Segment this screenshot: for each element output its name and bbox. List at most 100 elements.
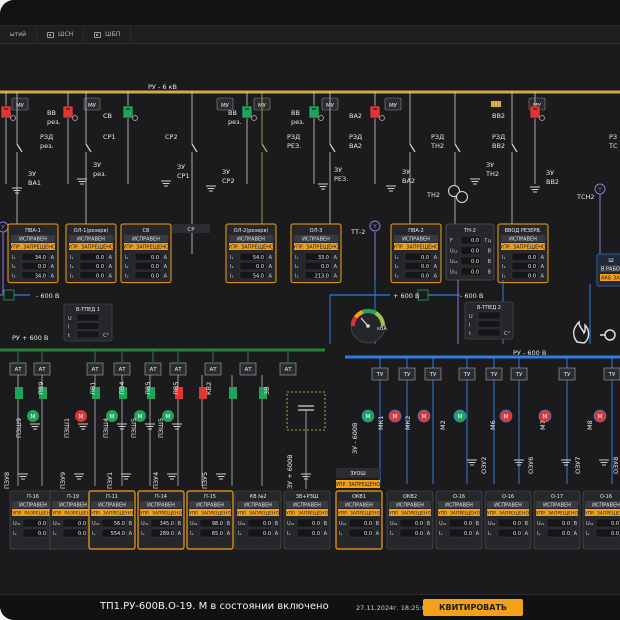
measure-value: 0.0 [151, 255, 159, 261]
measure-name: U₀₁ [13, 521, 21, 527]
measure-value: 0.0 [364, 531, 372, 537]
measure-name: I₂ [230, 264, 233, 270]
measure-name: U₀₁ [488, 521, 496, 527]
measure-value: 0.0 [96, 255, 104, 261]
measure-name: t [68, 333, 70, 339]
measure-value: 0.0 [78, 521, 86, 527]
ground-label: ЗУ - 600В [351, 423, 359, 454]
measure-value: 0.0 [415, 521, 423, 527]
measure-name: U₀₁ [53, 521, 61, 527]
panel-title: В-ТПЕД 2 [477, 305, 501, 311]
measure-value: 0.0 [312, 521, 320, 527]
feeder-panel[interactable]: КВ №2 ИСПРАВЕН УПР. ЗАПРЕЩЕНО U₀₁ 0.0 В Iₐ 0.0 A [234, 490, 282, 550]
ground-switch-label: ВА2 [402, 177, 415, 185]
feeder-panel[interactable]: ОЛ-1(резерв) ИСПРАВЕН УПР. ЗАПРЕЩЕНО I₁ 0.0 A… [65, 223, 117, 284]
tag-label: СР [187, 227, 195, 233]
breaker-label: рез. [291, 118, 305, 126]
feeder-panel[interactable]: ПВА-2 ИСПРАВЕН УПР. ЗАПРЕЩЕНО I₁ 0.0 A I₂ 0.0 A I… [390, 223, 442, 284]
ground-label: ПЗУ8 [3, 472, 11, 489]
auto-switch-label: АТ [91, 367, 99, 373]
feeder-panel[interactable]: СВ ИСПРАВЕН УПР. ЗАПРЕЩЕНО I₁ 0.0 A I₂ 0.0 A I₃ 0.… [120, 223, 172, 284]
feeder-panel[interactable]: П-15 ИСПРАВЕН УПР. ЗАПРЕЩЕНО U₀₁ 98.0 В Iₐ 65.0… [186, 490, 234, 550]
measure-unit: В [129, 521, 133, 527]
disconnector-blade [85, 143, 92, 153]
measure-unit: A [164, 273, 168, 279]
feeder-panel[interactable]: ОКВ2 ИСПРАВЕН УПР. ЗАПРЕЩЕНО U₀₁ 0.0 В Iₐ 0.0 A [386, 490, 434, 550]
auto-switch-label: АТ [14, 367, 22, 373]
measure-name: I₁ [125, 255, 128, 261]
circuit-breaker[interactable] [308, 105, 320, 119]
feeder-panel[interactable]: ОКВ1 ИСПРАВЕН УПР. ЗАПРЕЩЕНО U₀₁ 0.0 В Iₐ 0.0 A [335, 490, 383, 550]
tab-shbp[interactable]: ШБП [84, 25, 132, 44]
remote-control-label: ТУ [403, 372, 411, 378]
measure-unit: A [269, 273, 273, 279]
measure-name: U₀₁ [537, 521, 545, 527]
feeder-panel[interactable]: ЗВ+РЗШ ИСПРАВЕН УПР. ЗАПРЕЩЕНО U₀₁ 0.0 В Iₐ 0.0… [283, 490, 331, 550]
measure-name: I₂ [12, 264, 15, 270]
panel-title: П-19 [67, 494, 79, 500]
circuit-breaker[interactable] [0, 105, 12, 119]
measure-name: U₃₁ [450, 270, 458, 276]
disconnector-blade [409, 143, 416, 153]
measure-name: I₃ [502, 273, 505, 279]
circuit-breaker[interactable] [529, 105, 541, 119]
measure-unit: A [129, 531, 133, 537]
breaker-label: ВВ [47, 109, 56, 117]
panel-control-mode: УПР. ЗАПРЕЩЕНО [487, 511, 530, 517]
circuit-breaker[interactable] [241, 105, 253, 119]
measure-value: 34.0 [35, 273, 46, 279]
feeder-panel[interactable]: П-16ИСПРАВЕНУПР. РАЗРЕШЕНОU₀₁0.0ВIₐ0.0A [9, 490, 57, 550]
panel-status: ИСПРАВЕН [132, 237, 160, 243]
measure-name: I₁ [395, 255, 398, 261]
measure-value: 0.0 [263, 531, 271, 537]
measure-value: 289.0 [160, 531, 174, 537]
disconnector-label: РЗД [349, 133, 362, 141]
feeder-panel[interactable]: О-16ИСПРАВЕНУПР. ЗАПРЕЩЕНОU₀₁0.0ВIₐ0.0A [484, 490, 532, 550]
feeder-panel[interactable]: О-17 ИСПРАВЕН УПР. ЗАПРЕЩЕНО U₀₁ 0.0 В Iₐ 0.0 A [533, 490, 581, 550]
line-breaker[interactable] [15, 387, 23, 399]
gauge-unit: кВА [377, 326, 387, 332]
tab-shsn[interactable]: ШСН [37, 25, 85, 44]
panel-status: ИСПРАВЕН [302, 237, 330, 243]
measure-value: 0.0 [421, 273, 429, 279]
scheme-icon [47, 31, 55, 38]
measure-value: 34.0 [35, 255, 46, 261]
panel-status: ИСПРАВЕН [77, 237, 105, 243]
circuit-breaker[interactable] [62, 105, 74, 119]
feeder-panel[interactable]: П-14 ИСПРАВЕН УПР. ЗАПРЕЩЕНО U₀₁ 345.0 В Iₐ 289… [137, 490, 185, 550]
measure-name: Iₐ [287, 531, 290, 537]
panel-title: П-11 [106, 494, 118, 500]
measure-name: I₂ [125, 264, 128, 270]
ground-label: ОЗУ6 [527, 457, 535, 474]
measure-unit: A [51, 273, 55, 279]
feeder-panel[interactable]: ВВОД РЕЗЕРВ. ИСПРАВЕН УПР. ЗАПРЕЩЕНО I₁ 0.0 A… [497, 223, 549, 284]
fire-icon [572, 320, 590, 344]
feeder-panel[interactable]: ПВА-1 ИСПРАВЕН УПР. ЗАПРЕЩЕНО I₁ 34.0 A I₂ 0.0 A… [7, 223, 59, 284]
bus-600-label: РУ + 600 В [12, 334, 48, 342]
measure-name: U [469, 314, 473, 320]
line-breaker[interactable] [229, 387, 237, 399]
panel-control-mode: УПР. ЗАПРЕЩЕНО [91, 511, 134, 517]
motor-label: МК1 [377, 416, 385, 430]
panel-status: ИСПРАВЕН [494, 503, 522, 509]
feeder-panel[interactable]: О-16ИСПРАВЕНУПР. ЗАПРЕЩЕНОU₀₁0.0ВIₐ0.0A [582, 490, 620, 550]
panel-status: ИСПРАВЕН [509, 237, 537, 243]
measure-name: Iₐ [537, 531, 540, 537]
measure-field [76, 330, 100, 339]
feeder-panel[interactable]: О-16ИСПРАВЕНУПР. ЗАПРЕЩЕНОU₀₁0.0ВIₐ0.0A [435, 490, 483, 550]
acknowledge-button[interactable]: КВИТИРОВАТЬ [423, 599, 523, 616]
measure-value: 54.0 [253, 273, 264, 279]
measure-value: 0.0 [151, 264, 159, 270]
tab-label: ШСН [58, 31, 74, 38]
circuit-breaker[interactable] [122, 105, 134, 119]
ground-switch-label: РЕЗ. [334, 175, 348, 183]
feeder-panel[interactable]: ОЛ-3 ИСПРАВЕН УПР. ЗАПРЕЩЕНО I₁ 33.0 A I₂ 0.0 A I… [290, 223, 342, 284]
circuit-breaker[interactable] [369, 105, 381, 119]
feeder-panel[interactable]: ОЛ-2(резерв) ИСПРАВЕН УПР. ЗАПРЕЩЕНО I₁ 54.0… [225, 223, 277, 284]
panel-status: ИСПРАВЕН [19, 237, 47, 243]
feeder-panel[interactable]: П-11 ИСПРАВЕН УПР. ЗАПРЕЩЕНО U₀₁ 56.0 В Iₐ 554.… [88, 490, 136, 550]
disconnector-label: ВВ2 [492, 142, 505, 150]
event-timestamp: 27.11.2024г. 18:25:09 [356, 604, 430, 612]
tab-events[interactable]: ытий [0, 25, 38, 44]
measure-unit: A [541, 264, 545, 270]
